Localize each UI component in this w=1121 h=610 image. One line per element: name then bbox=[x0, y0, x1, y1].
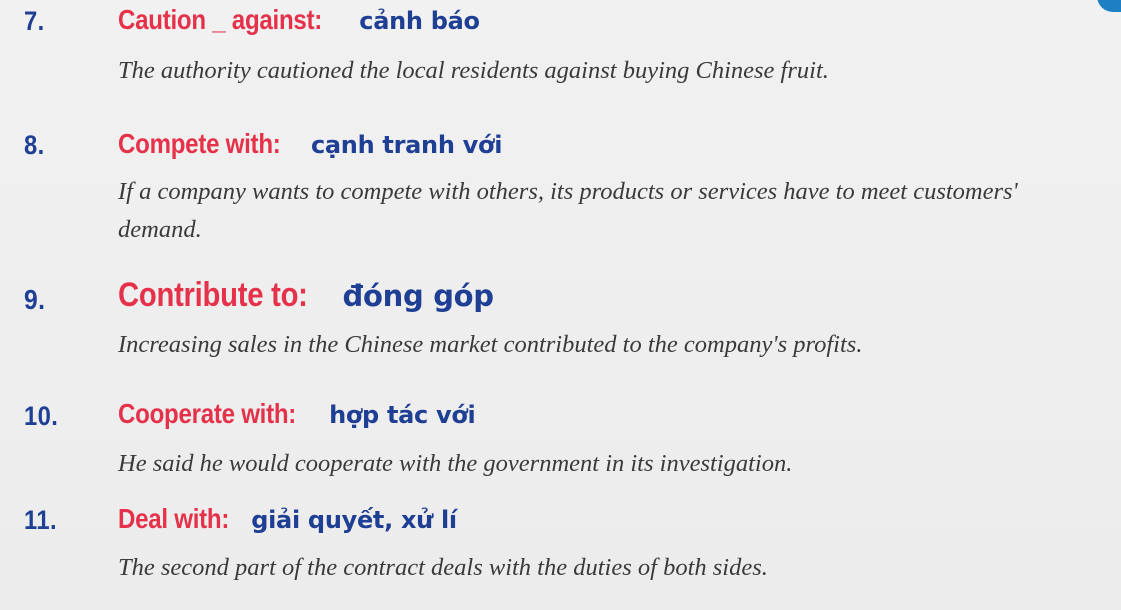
entry-example: The authority cautioned the local reside… bbox=[118, 57, 829, 84]
entry-example: He said he would cooperate with the gove… bbox=[118, 450, 793, 477]
entry-meaning: giải quyết, xử lí bbox=[251, 506, 457, 534]
entry-term: Caution _ against: bbox=[118, 4, 323, 35]
entry-example: If a company wants to compete with other… bbox=[118, 178, 1018, 243]
entry-term: Compete with: bbox=[118, 128, 281, 159]
entry-example: Increasing sales in the Chinese market c… bbox=[118, 331, 863, 358]
entry-term: Deal with: bbox=[118, 503, 230, 534]
entry-heading: Contribute to: đóng góp bbox=[118, 276, 494, 315]
entry-meaning: đóng góp bbox=[342, 279, 495, 313]
entry-term: Contribute to: bbox=[118, 276, 308, 314]
entry-number: 10. bbox=[24, 401, 59, 431]
entry-meaning: cảnh báo bbox=[359, 7, 480, 35]
entry-number: 7. bbox=[24, 6, 45, 36]
entry-number: 8. bbox=[24, 130, 45, 160]
entry-number: 11. bbox=[24, 505, 58, 535]
entry-heading: Compete with: cạnh tranh với bbox=[118, 128, 502, 160]
entry-heading: Deal with: giải quyết, xử lí bbox=[118, 503, 457, 535]
entry-number: 9. bbox=[24, 284, 46, 315]
corner-tab-decoration bbox=[1097, 0, 1121, 12]
entry-heading: Caution _ against: cảnh báo bbox=[118, 4, 480, 36]
entry-heading: Cooperate with: hợp tác với bbox=[118, 398, 476, 430]
entry-meaning: hợp tác với bbox=[329, 401, 476, 429]
entry-meaning: cạnh tranh với bbox=[310, 131, 503, 159]
entry-example: The second part of the contract deals wi… bbox=[118, 554, 768, 581]
document-page: 7. Caution _ against: cảnh báo The autho… bbox=[0, 0, 1121, 610]
entry-term: Cooperate with: bbox=[118, 398, 297, 429]
